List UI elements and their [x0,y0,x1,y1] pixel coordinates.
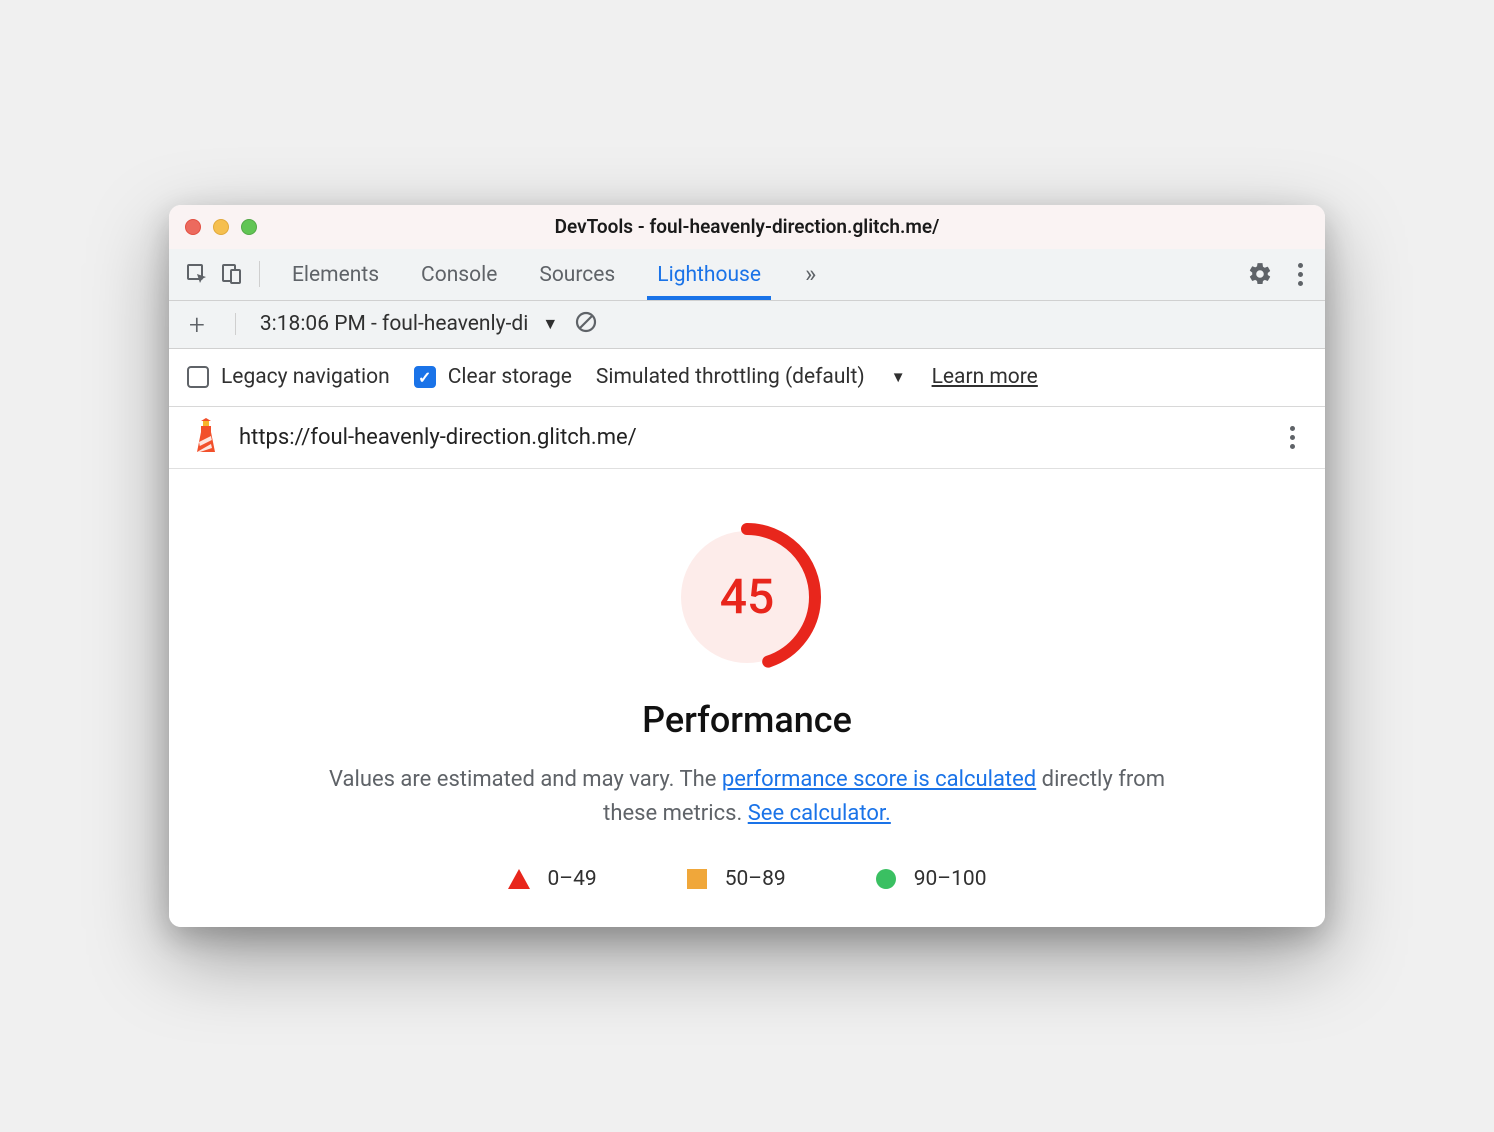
kebab-menu-icon[interactable] [1290,255,1311,294]
lighthouse-options-bar: Legacy navigation Clear storage Simulate… [169,349,1325,407]
square-icon [687,869,707,889]
inspect-icon[interactable] [183,260,211,288]
triangle-icon [508,869,530,889]
performance-description: Values are estimated and may vary. The p… [307,763,1187,831]
more-tabs-icon[interactable]: » [805,260,816,288]
tab-console[interactable]: Console [403,251,515,297]
performance-title: Performance [209,699,1285,741]
window-close-button[interactable] [185,219,201,235]
chevron-down-icon[interactable]: ▼ [891,368,906,386]
legend-pass: 90–100 [876,867,987,891]
separator [259,261,260,287]
window-title: DevTools - foul-heavenly-direction.glitc… [555,215,940,238]
circle-icon [876,869,896,889]
legend-average-label: 50–89 [725,867,786,891]
performance-score: 45 [720,568,775,625]
score-calc-link[interactable]: performance score is calculated [722,767,1036,792]
device-toggle-icon[interactable] [217,260,245,288]
devtools-window: DevTools - foul-heavenly-direction.glitc… [169,205,1325,927]
report-menu-icon[interactable] [1282,418,1303,457]
report-selector-bar: + 3:18:06 PM - foul-heavenly-di ▼ [169,301,1325,349]
separator [235,313,236,335]
clear-storage-label: Clear storage [448,365,572,389]
legacy-navigation-checkbox[interactable] [187,366,209,388]
lighthouse-report: 45 Performance Values are estimated and … [169,469,1325,927]
legend-pass-label: 90–100 [914,867,987,891]
tab-elements[interactable]: Elements [274,251,397,297]
report-url: https://foul-heavenly-direction.glitch.m… [239,425,1264,450]
learn-more-link[interactable]: Learn more [932,365,1038,389]
report-select-dropdown[interactable]: 3:18:06 PM - foul-heavenly-di ▼ [260,312,558,336]
devtools-tabbar: Elements Console Sources Lighthouse » [169,249,1325,301]
legend-fail: 0–49 [508,867,597,891]
chevron-down-icon: ▼ [542,314,558,334]
report-select-label: 3:18:06 PM - foul-heavenly-di [260,312,529,336]
clear-icon[interactable] [574,310,598,338]
gear-icon[interactable] [1246,260,1274,288]
tab-sources[interactable]: Sources [521,251,633,297]
titlebar: DevTools - foul-heavenly-direction.glitc… [169,205,1325,249]
tab-lighthouse[interactable]: Lighthouse [639,251,779,297]
window-minimize-button[interactable] [213,219,229,235]
legend-fail-label: 0–49 [548,867,597,891]
score-legend: 0–49 50–89 90–100 [209,867,1285,891]
throttling-label: Simulated throttling (default) [596,365,865,389]
traffic-lights [185,219,257,235]
clear-storage-checkbox[interactable] [414,366,436,388]
new-report-button[interactable]: + [183,308,211,341]
see-calculator-link[interactable]: See calculator. [748,801,891,826]
lighthouse-icon [191,418,221,456]
window-zoom-button[interactable] [241,219,257,235]
report-url-bar: https://foul-heavenly-direction.glitch.m… [169,407,1325,469]
legacy-navigation-label: Legacy navigation [221,365,390,389]
performance-gauge[interactable]: 45 [667,517,827,677]
legend-average: 50–89 [687,867,786,891]
